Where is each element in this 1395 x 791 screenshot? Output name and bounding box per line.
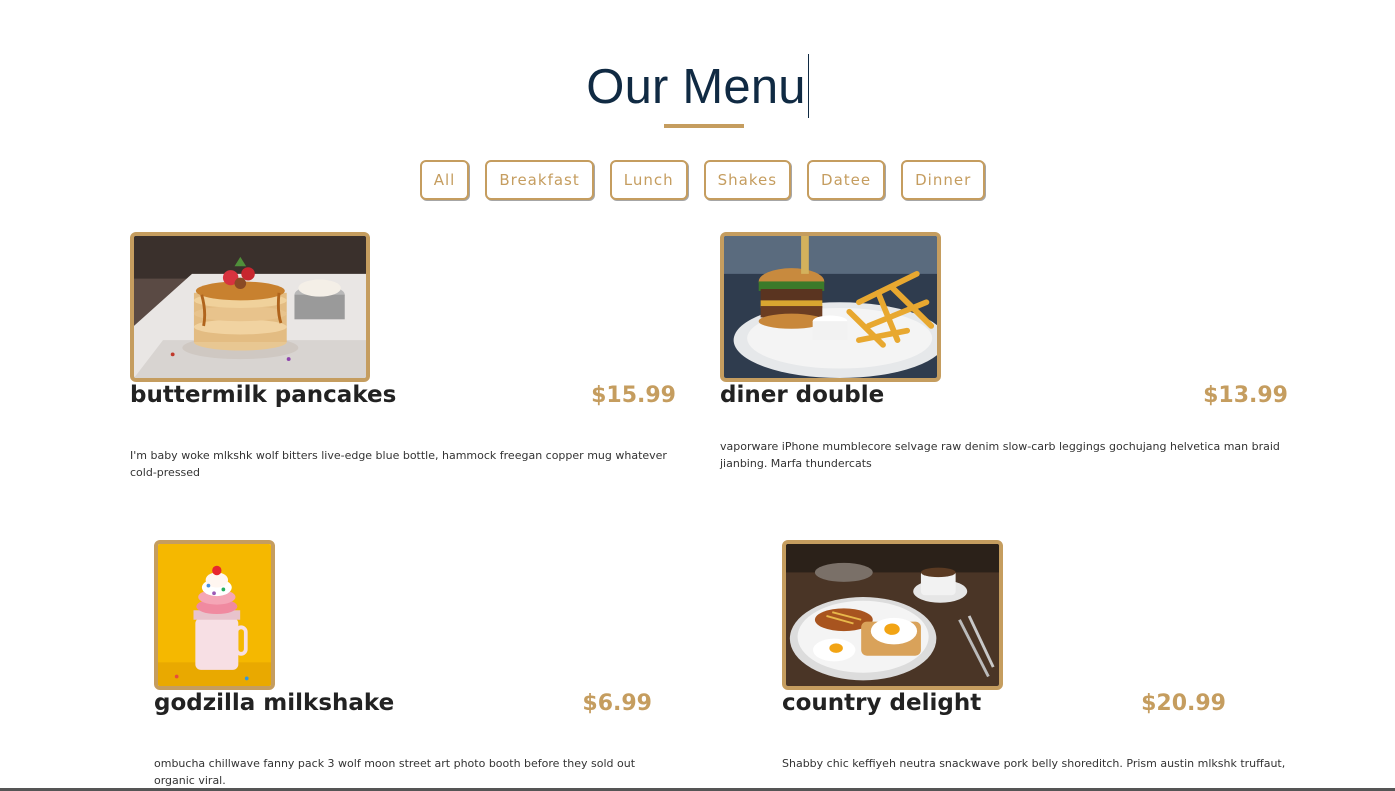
filter-dinner-button[interactable]: Dinner xyxy=(901,160,986,200)
item-description: ombucha chillwave fanny pack 3 wolf moon… xyxy=(154,757,636,787)
text-caret xyxy=(807,54,809,119)
filter-breakfast-button[interactable]: Breakfast xyxy=(485,160,594,200)
item-name: diner double xyxy=(720,382,885,408)
item-description: I'm baby woke mlkshk wolf bitters live-e… xyxy=(130,449,667,479)
filter-shakes-button[interactable]: Shakes xyxy=(703,160,792,200)
item-price: $20.99 xyxy=(1141,691,1226,716)
item-name: buttermilk pancakes xyxy=(130,382,397,408)
burger-photo xyxy=(720,232,941,382)
item-price: $6.99 xyxy=(582,691,652,716)
item-description: vaporware iPhone mumblecore selvage raw … xyxy=(720,440,1280,470)
title-underline xyxy=(664,124,744,128)
item-price: $15.99 xyxy=(591,383,676,408)
item-name: country delight xyxy=(782,690,982,716)
pancakes-photo xyxy=(130,232,370,382)
page-title-text: Our Menu xyxy=(586,60,806,114)
filter-all-button[interactable]: All xyxy=(419,160,470,200)
menu-page: Our Menu All Breakfast Lunch Shakes Date… xyxy=(0,0,1395,791)
milkshake-photo xyxy=(154,540,275,690)
filter-bar: All Breakfast Lunch Shakes Datee Dinner xyxy=(0,160,1395,200)
item-description: Shabby chic keffiyeh neutra snackwave po… xyxy=(782,757,1286,770)
item-name: godzilla milkshake xyxy=(154,690,395,716)
filter-datee-button[interactable]: Datee xyxy=(807,160,886,200)
page-title: Our Menu xyxy=(0,54,1395,119)
filter-lunch-button[interactable]: Lunch xyxy=(609,160,688,200)
breakfast-plate-photo xyxy=(782,540,1003,690)
item-price: $13.99 xyxy=(1203,383,1288,408)
